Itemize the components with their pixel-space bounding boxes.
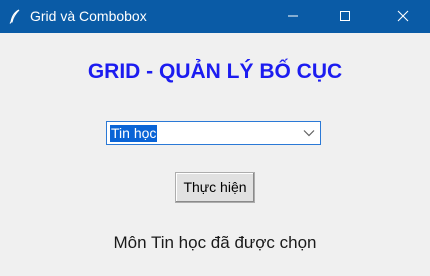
result-label: Môn Tin học đã được chọn (113, 233, 317, 252)
feather-icon (8, 9, 22, 24)
chevron-down-icon[interactable] (300, 122, 318, 144)
close-icon (397, 7, 409, 26)
run-button[interactable]: Thực hiện (175, 172, 255, 203)
page-heading: GRID - QUẢN LÝ BỐ CỤC (87, 60, 343, 83)
combobox-selected-value[interactable]: Tin học (110, 125, 158, 142)
maximize-icon (339, 7, 351, 26)
subject-combobox[interactable]: Tin học (106, 121, 321, 145)
title-bar[interactable]: Grid và Combobox (0, 0, 430, 33)
close-button[interactable] (380, 0, 426, 33)
minimize-button[interactable] (270, 0, 316, 33)
minimize-icon (287, 7, 299, 26)
window-title: Grid và Combobox (30, 8, 147, 24)
maximize-button[interactable] (322, 0, 368, 33)
